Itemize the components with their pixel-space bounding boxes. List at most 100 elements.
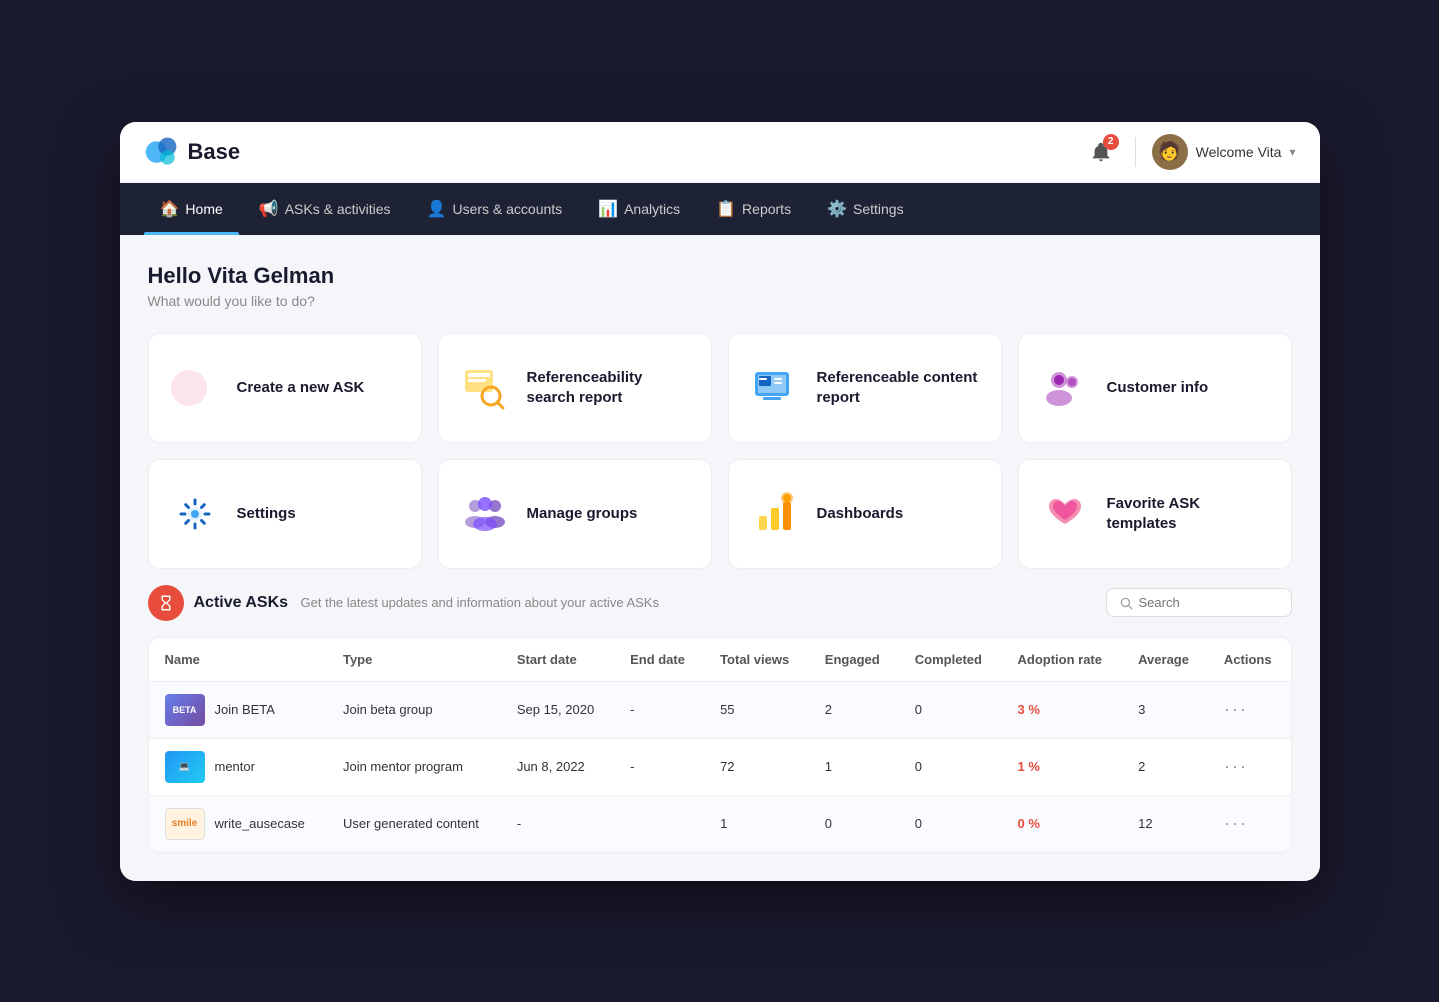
cell-completed: 0 [899, 681, 1002, 738]
nav-label-analytics: Analytics [624, 201, 680, 217]
chevron-down-icon: ▾ [1289, 145, 1295, 159]
cell-views: 72 [704, 738, 809, 795]
nav-item-home[interactable]: 🏠 Home [144, 183, 239, 235]
col-adoption: Adoption rate [1002, 638, 1123, 682]
settings-icon: ⚙️ [827, 199, 847, 219]
cell-name: smile write_ausecase [149, 795, 327, 852]
reports-icon: 📋 [716, 199, 736, 219]
col-engaged: Engaged [809, 638, 899, 682]
users-icon: 👤 [427, 199, 447, 219]
card-settings[interactable]: Settings [148, 459, 422, 569]
active-asks-text-group: Active ASKs Get the latest updates and i… [194, 594, 659, 612]
cell-average: 12 [1122, 795, 1208, 852]
search-input[interactable] [1139, 595, 1279, 610]
cell-type: Join mentor program [327, 738, 501, 795]
card-create-ask[interactable]: 📣 Create a new ASK [148, 333, 422, 443]
card-customer-info[interactable]: Customer info [1018, 333, 1292, 443]
cell-start: Sep 15, 2020 [501, 681, 614, 738]
card-create-ask-label: Create a new ASK [237, 378, 365, 398]
ask-name: mentor [215, 759, 255, 774]
nav-item-settings[interactable]: ⚙️ Settings [811, 183, 920, 235]
col-actions: Actions [1208, 638, 1291, 682]
cell-end [614, 795, 704, 852]
card-ref-search[interactable]: Referenceability search report [438, 333, 712, 443]
create-ask-icon: 📣 [169, 362, 221, 414]
nav-label-home: Home [185, 201, 222, 217]
active-asks-icon [148, 585, 184, 621]
nav-label-reports: Reports [742, 201, 791, 217]
col-name: Name [149, 638, 327, 682]
actions-menu-button[interactable]: ··· [1224, 756, 1248, 776]
active-asks-left: Active ASKs Get the latest updates and i… [148, 585, 659, 621]
greeting-subtitle: What would you like to do? [148, 293, 1292, 309]
cell-actions[interactable]: ··· [1208, 681, 1291, 738]
quick-actions-row-1: 📣 Create a new ASK Referenceability s [148, 333, 1292, 443]
actions-menu-button[interactable]: ··· [1224, 699, 1248, 719]
analytics-icon: 📊 [598, 199, 618, 219]
cell-engaged: 2 [809, 681, 899, 738]
cell-adoption: 3 % [1002, 681, 1123, 738]
cell-adoption: 1 % [1002, 738, 1123, 795]
cell-actions[interactable]: ··· [1208, 738, 1291, 795]
logo-area: Base [144, 134, 241, 170]
cell-type: Join beta group [327, 681, 501, 738]
col-start: Start date [501, 638, 614, 682]
cell-start: - [501, 795, 614, 852]
col-views: Total views [704, 638, 809, 682]
col-average: Average [1122, 638, 1208, 682]
top-right-area: 2 🧑 Welcome Vita ▾ [1083, 134, 1296, 170]
nav-label-settings: Settings [853, 201, 904, 217]
cell-average: 2 [1122, 738, 1208, 795]
card-fav-templates[interactable]: Favorite ASK templates [1018, 459, 1292, 569]
ask-name: Join BETA [215, 702, 275, 717]
notification-badge: 2 [1103, 134, 1119, 150]
card-ref-content[interactable]: Referenceable content report [728, 333, 1002, 443]
nav-bar: 🏠 Home 📢 ASKs & activities 👤 Users & acc… [120, 183, 1320, 235]
ref-content-icon [749, 362, 801, 414]
card-dashboards[interactable]: Dashboards [728, 459, 1002, 569]
top-bar: Base 2 🧑 Welcome Vita ▾ [120, 122, 1320, 183]
nav-item-reports[interactable]: 📋 Reports [700, 183, 807, 235]
card-manage-groups[interactable]: Manage groups [438, 459, 712, 569]
actions-menu-button[interactable]: ··· [1224, 813, 1248, 833]
nav-item-analytics[interactable]: 📊 Analytics [582, 183, 696, 235]
table-row: 💻 mentor Join mentor program Jun 8, 2022… [149, 738, 1291, 795]
table-row: smile write_ausecase User generated cont… [149, 795, 1291, 852]
cell-average: 3 [1122, 681, 1208, 738]
notification-button[interactable]: 2 [1083, 134, 1119, 170]
cell-type: User generated content [327, 795, 501, 852]
manage-groups-icon [459, 488, 511, 540]
cell-adoption: 0 % [1002, 795, 1123, 852]
main-content: Hello Vita Gelman What would you like to… [120, 235, 1320, 881]
nav-item-asks[interactable]: 📢 ASKs & activities [243, 183, 407, 235]
cell-name: BETA Join BETA [149, 681, 327, 738]
ref-search-icon [459, 362, 511, 414]
cell-engaged: 1 [809, 738, 899, 795]
search-box[interactable] [1106, 588, 1292, 617]
settings-card-icon [169, 488, 221, 540]
table-header-row: Name Type Start date End date Total view… [149, 638, 1291, 682]
dashboards-icon [749, 488, 801, 540]
welcome-text: Welcome Vita [1196, 144, 1282, 160]
user-menu[interactable]: 🧑 Welcome Vita ▾ [1152, 134, 1296, 170]
active-asks-subtitle: Get the latest updates and information a… [301, 595, 659, 610]
card-dashboards-label: Dashboards [817, 504, 904, 524]
avatar: 🧑 [1152, 134, 1188, 170]
header-divider [1135, 137, 1136, 167]
card-ref-content-label: Referenceable content report [817, 368, 981, 407]
cell-actions[interactable]: ··· [1208, 795, 1291, 852]
cell-name: 💻 mentor [149, 738, 327, 795]
cell-start: Jun 8, 2022 [501, 738, 614, 795]
card-customer-info-label: Customer info [1107, 378, 1209, 398]
card-fav-templates-label: Favorite ASK templates [1107, 494, 1271, 533]
card-settings-label: Settings [237, 504, 296, 524]
cell-end: - [614, 681, 704, 738]
asks-table: Name Type Start date End date Total view… [148, 637, 1292, 853]
col-type: Type [327, 638, 501, 682]
active-asks-title: Active ASKs [194, 594, 289, 611]
browser-window: Base 2 🧑 Welcome Vita ▾ 🏠 Home 📢 [120, 122, 1320, 881]
customer-info-icon [1039, 362, 1091, 414]
card-manage-groups-label: Manage groups [527, 504, 638, 524]
nav-item-users[interactable]: 👤 Users & accounts [411, 183, 579, 235]
logo-icon [144, 134, 180, 170]
